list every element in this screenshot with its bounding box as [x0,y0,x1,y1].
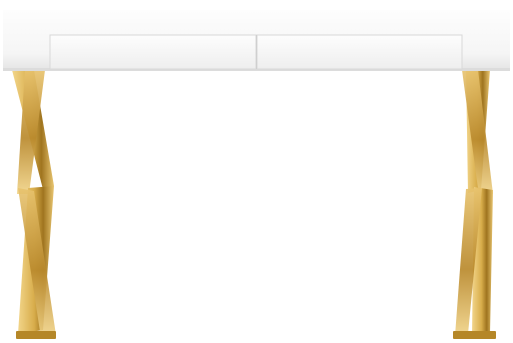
right-leg [453,70,496,339]
left-leg [12,70,56,339]
product-photo [0,0,513,343]
drawers [49,34,463,70]
white-desk-gold-x-legs [3,0,510,339]
